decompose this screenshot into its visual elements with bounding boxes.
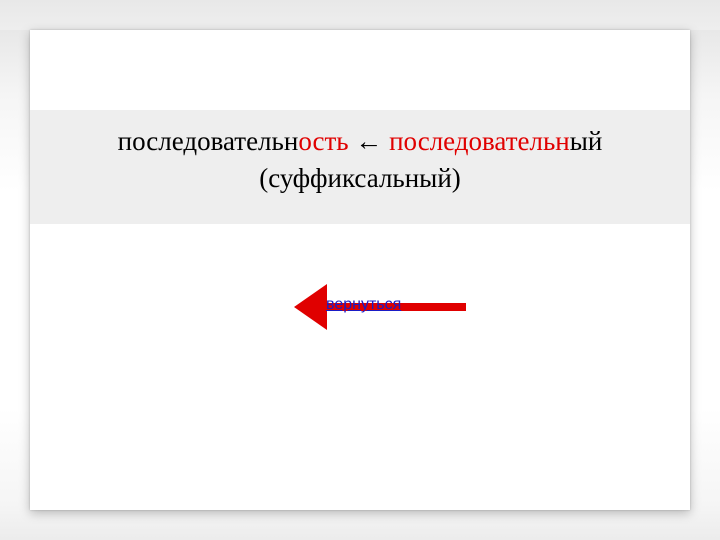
- back-link[interactable]: вернуться: [290, 278, 490, 336]
- suffix-1: ость: [298, 126, 348, 156]
- slide: последовательность ← последовательный (с…: [30, 30, 690, 510]
- back-link-label: вернуться: [326, 296, 401, 314]
- formation-method: (суффиксальный): [40, 161, 680, 196]
- ending-2: ый: [570, 126, 603, 156]
- derivation-arrow: ←: [349, 126, 390, 156]
- stem-2: последовательн: [389, 126, 570, 156]
- stem-1: последовательн: [118, 126, 299, 156]
- content-box: последовательность ← последовательный (с…: [30, 110, 690, 224]
- arrow-left-icon: [294, 284, 327, 330]
- word-formation-line: последовательность ← последовательный: [40, 124, 680, 159]
